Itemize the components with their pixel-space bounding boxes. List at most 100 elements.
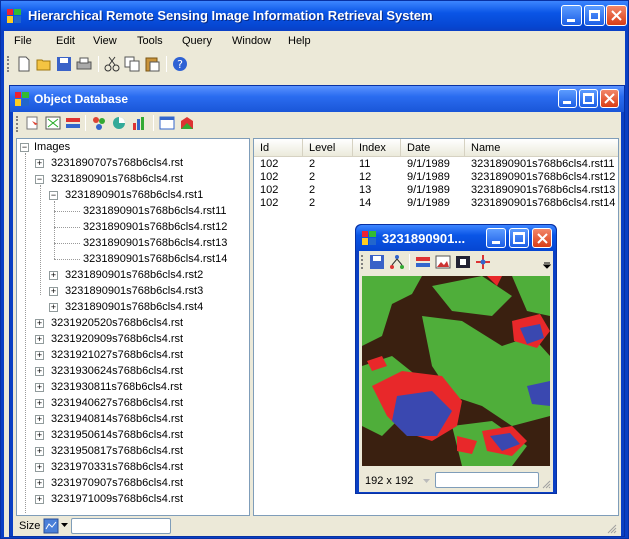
tree-collapse-toggle[interactable]: −	[49, 191, 58, 200]
tree-expand-toggle[interactable]: +	[35, 463, 44, 472]
menu-window[interactable]: Window	[232, 35, 271, 47]
tree-root-images[interactable]: Images	[34, 139, 70, 155]
tree-item-image[interactable]: 3231921027s768b6cls4.rst	[51, 347, 183, 363]
child-close-button[interactable]	[600, 89, 619, 108]
menu-file[interactable]: File	[14, 35, 32, 47]
tree-expand-toggle[interactable]: +	[35, 319, 44, 328]
image-tree[interactable]: − Images + 3231890707s768b6cls4.rst − 32…	[16, 138, 250, 516]
tree-item-image[interactable]: 3231970907s768b6cls4.rst	[51, 475, 183, 491]
open-folder-icon[interactable]	[36, 56, 52, 72]
print-icon[interactable]	[76, 56, 92, 72]
viewer-close-button[interactable]	[532, 228, 552, 248]
tree-item-image[interactable]: 3231940814s768b6cls4.rst	[51, 411, 183, 427]
table-row[interactable]: 102 2 11 9/1/1989 3231890901s768b6cls4.r…	[254, 158, 618, 171]
tree-expand-toggle[interactable]: +	[49, 303, 58, 312]
classified-image[interactable]	[362, 276, 550, 466]
viewer-input[interactable]	[435, 472, 539, 488]
save-icon[interactable]	[369, 254, 385, 270]
tree-expand-toggle[interactable]: +	[35, 159, 44, 168]
tree-item-image[interactable]: 3231940627s768b6cls4.rst	[51, 395, 183, 411]
table-row[interactable]: 102 2 14 9/1/1989 3231890901s768b6cls4.r…	[254, 197, 618, 210]
minimize-button[interactable]	[561, 5, 582, 26]
tree-item-level1[interactable]: 3231890901s768b6cls4.rst3	[65, 283, 203, 299]
menu-help[interactable]: Help	[288, 35, 311, 47]
close-button[interactable]	[606, 5, 627, 26]
column-header-index[interactable]: Index	[353, 139, 401, 157]
paste-icon[interactable]	[144, 56, 160, 72]
tree-expand-toggle[interactable]: +	[35, 335, 44, 344]
tree-item-level1-expanded[interactable]: 3231890901s768b6cls4.rst1	[65, 187, 203, 203]
layers-icon[interactable]	[65, 115, 81, 131]
viewer-maximize-button[interactable]	[509, 228, 529, 248]
tree-leaf[interactable]: 3231890901s768b6cls4.rst11	[83, 203, 227, 219]
column-header-level[interactable]: Level	[303, 139, 353, 157]
chevron-down-icon[interactable]	[423, 479, 430, 483]
tree-expand-toggle[interactable]: +	[35, 447, 44, 456]
tree-expand-toggle[interactable]: +	[35, 431, 44, 440]
tree-leaf[interactable]: 3231890901s768b6cls4.rst13	[83, 235, 227, 251]
tree-expand-toggle[interactable]: +	[49, 287, 58, 296]
menu-view[interactable]: View	[93, 35, 117, 47]
child-minimize-button[interactable]	[558, 89, 577, 108]
toolbar-overflow-icon[interactable]	[543, 257, 551, 269]
image-icon[interactable]	[435, 254, 451, 270]
refresh-icon[interactable]	[25, 115, 41, 131]
tree-item-image[interactable]: 3231950614s768b6cls4.rst	[51, 427, 183, 443]
tree-item-image[interactable]: 3231920909s768b6cls4.rst	[51, 331, 183, 347]
tree-item-image[interactable]: 3231971009s768b6cls4.rst	[51, 491, 183, 507]
tree-collapse-toggle[interactable]: −	[20, 143, 29, 152]
menu-edit[interactable]: Edit	[56, 35, 75, 47]
segment-icon[interactable]	[91, 115, 107, 131]
resize-grip-icon[interactable]	[542, 480, 551, 489]
cut-icon[interactable]	[104, 56, 120, 72]
circle-icon[interactable]	[111, 115, 127, 131]
tree-item-image[interactable]: 3231970331s768b6cls4.rst	[51, 459, 183, 475]
tree-expand-toggle[interactable]: +	[35, 351, 44, 360]
tree-structure-icon[interactable]	[389, 254, 405, 270]
tree-item-image[interactable]: 3231890707s768b6cls4.rst	[51, 155, 183, 171]
tree-expand-toggle[interactable]: +	[35, 415, 44, 424]
object-database-titlebar[interactable]: Object Database	[10, 86, 624, 112]
save-icon[interactable]	[56, 56, 72, 72]
tree-item-image[interactable]: 3231950817s768b6cls4.rst	[51, 443, 183, 459]
tree-expand-toggle[interactable]: +	[49, 271, 58, 280]
main-titlebar[interactable]: Hierarchical Remote Sensing Image Inform…	[1, 1, 628, 31]
tree-item-image-expanded[interactable]: 3231890901s768b6cls4.rst	[51, 171, 183, 187]
help-icon[interactable]: ?	[172, 56, 188, 72]
child-maximize-button[interactable]	[579, 89, 598, 108]
tree-item-level1[interactable]: 3231890901s768b6cls4.rst2	[65, 267, 203, 283]
column-header-name[interactable]: Name	[465, 139, 618, 157]
toolbar-grip[interactable]	[7, 56, 10, 72]
size-input[interactable]	[71, 518, 171, 534]
tree-collapse-toggle[interactable]: −	[35, 175, 44, 184]
window-icon[interactable]	[159, 115, 175, 131]
column-header-date[interactable]: Date	[401, 139, 465, 157]
chevron-down-icon[interactable]	[61, 523, 68, 527]
copy-icon[interactable]	[124, 56, 140, 72]
move-icon[interactable]	[475, 254, 491, 270]
viewer-toolbar-grip[interactable]	[361, 255, 364, 269]
palette-icon[interactable]	[179, 115, 195, 131]
new-file-icon[interactable]	[16, 56, 32, 72]
layers-icon[interactable]	[415, 254, 431, 270]
tree-leaf[interactable]: 3231890901s768b6cls4.rst14	[83, 251, 227, 267]
menu-tools[interactable]: Tools	[137, 35, 163, 47]
tree-expand-toggle[interactable]: +	[35, 383, 44, 392]
film-icon[interactable]	[455, 254, 471, 270]
tree-expand-toggle[interactable]: +	[35, 495, 44, 504]
tree-item-image[interactable]: 3231920520s768b6cls4.rst	[51, 315, 183, 331]
resize-grip-icon[interactable]	[607, 524, 617, 534]
maximize-button[interactable]	[584, 5, 605, 26]
menu-query[interactable]: Query	[182, 35, 212, 47]
viewer-minimize-button[interactable]	[486, 228, 506, 248]
tree-item-image[interactable]: 3231930624s768b6cls4.rst	[51, 363, 183, 379]
map-icon[interactable]	[45, 115, 61, 131]
size-dropdown-icon[interactable]	[43, 518, 59, 534]
tree-item-image[interactable]: 3231930811s768b6cls4.rst	[51, 379, 182, 395]
tree-expand-toggle[interactable]: +	[35, 399, 44, 408]
table-row[interactable]: 102 2 13 9/1/1989 3231890901s768b6cls4.r…	[254, 184, 618, 197]
tree-item-level1[interactable]: 3231890901s768b6cls4.rst4	[65, 299, 203, 315]
db-toolbar-grip[interactable]	[16, 116, 19, 132]
image-viewer-titlebar[interactable]: 3231890901...	[356, 225, 556, 251]
tree-expand-toggle[interactable]: +	[35, 367, 44, 376]
